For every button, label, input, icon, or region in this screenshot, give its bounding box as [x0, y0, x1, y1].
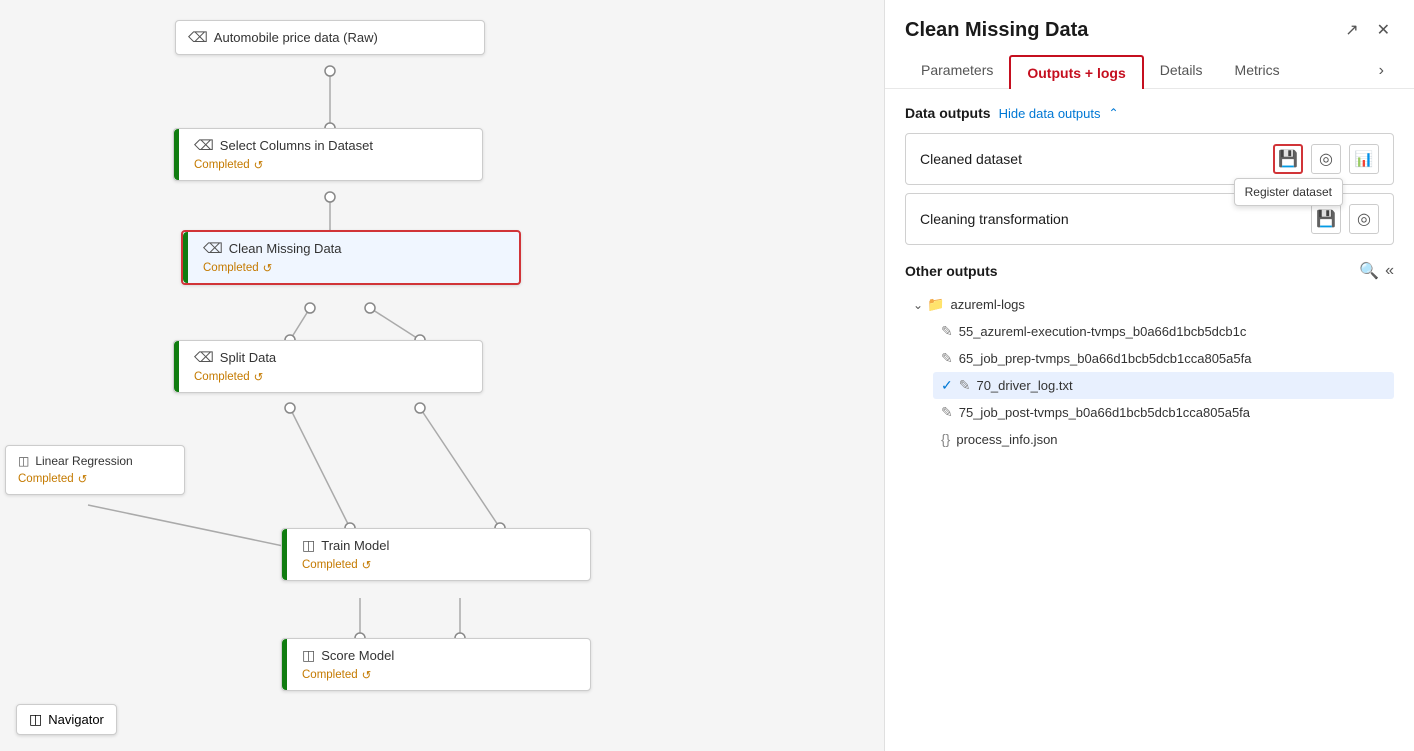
tabs-arrow[interactable]: › — [1369, 54, 1394, 88]
node-status-score: Completed ↺ — [302, 668, 578, 682]
cleaned-dataset-label: Cleaned dataset — [920, 151, 1022, 167]
tab-parameters[interactable]: Parameters — [905, 54, 1009, 88]
folder-chevron-down: ⌄ — [913, 298, 923, 312]
chart-icon: 📊 — [1355, 150, 1374, 168]
other-outputs-label: Other outputs — [905, 263, 998, 279]
data-outputs-section-header: Data outputs Hide data outputs ⌃ — [905, 105, 1394, 121]
panel-header: Clean Missing Data ↗ ✕ Parameters Output… — [885, 0, 1414, 89]
register-dataset-tooltip: Register dataset — [1234, 178, 1343, 206]
file-item-3[interactable]: ✓ ✎ 70_driver_log.txt — [933, 372, 1394, 399]
register-transformation-button[interactable]: 💾 — [1311, 204, 1341, 234]
file-item-5[interactable]: {} process_info.json — [933, 426, 1394, 452]
node-automobile[interactable]: ⌫ Automobile price data (Raw) — [175, 20, 485, 55]
node-linear-regression[interactable]: ◫ Linear Regression Completed ↺ — [5, 445, 185, 495]
panel-title-actions: ↗ ✕ — [1341, 18, 1394, 42]
other-outputs-header: Other outputs 🔍 « — [905, 261, 1394, 281]
chart-dataset-button[interactable]: 📊 — [1349, 144, 1379, 174]
node-title-automobile: Automobile price data (Raw) — [214, 30, 378, 45]
node-icon-score: ◫ — [302, 647, 315, 664]
folder-label: azureml-logs — [951, 297, 1025, 312]
view-transformation-button[interactable]: ◎ — [1349, 204, 1379, 234]
node-status-lr: Completed ↺ — [18, 472, 172, 486]
node-icon-lr: ◫ — [18, 454, 29, 468]
hide-data-outputs-chevron: ⌃ — [1108, 106, 1118, 120]
navigator-label: Navigator — [48, 712, 104, 727]
node-icon-train: ◫ — [302, 537, 315, 554]
node-status-select: Completed ↺ — [194, 158, 470, 172]
file-icon-1: ✎ — [941, 323, 953, 340]
file-label-4: 75_job_post-tvmps_b0a66d1bcb5dcb1cca805a… — [959, 405, 1250, 420]
file-icon-2: ✎ — [941, 350, 953, 367]
file-icon-5: {} — [941, 431, 950, 447]
tab-details[interactable]: Details — [1144, 54, 1219, 88]
file-icon-4: ✎ — [941, 404, 953, 421]
node-clean-missing[interactable]: ⌫ Clean Missing Data Completed ↺ — [181, 230, 521, 285]
expand-button[interactable]: ↗ — [1341, 18, 1362, 42]
search-icon[interactable]: 🔍 — [1359, 261, 1379, 281]
panel-tabs: Parameters Outputs + logs Details Metric… — [905, 54, 1394, 88]
navigator-button[interactable]: ◫ Navigator — [16, 704, 117, 735]
register-dataset-button[interactable]: 💾 — [1273, 144, 1303, 174]
node-status-split: Completed ↺ — [194, 370, 470, 384]
node-title-split: Split Data — [220, 350, 276, 365]
other-outputs-search-row: 🔍 « — [1359, 261, 1394, 281]
node-icon-split: ⌫ — [194, 349, 214, 366]
view-dataset-button[interactable]: ◎ — [1311, 144, 1341, 174]
node-select-columns[interactable]: ⌫ Select Columns in Dataset Completed ↺ — [173, 128, 483, 181]
close-button[interactable]: ✕ — [1373, 18, 1394, 42]
file-tree: ⌄ 📁 azureml-logs ✎ 55_azureml-execution-… — [905, 291, 1394, 452]
output-row-cleaned-dataset: Cleaned dataset 💾 ◎ 📊 Register dataset — [905, 133, 1394, 185]
node-title-lr: Linear Regression — [35, 454, 132, 468]
cleaning-transformation-label: Cleaning transformation — [920, 211, 1069, 227]
file-item-1[interactable]: ✎ 55_azureml-execution-tvmps_b0a66d1bcb5… — [933, 318, 1394, 345]
file-label-2: 65_job_prep-tvmps_b0a66d1bcb5dcb1cca805a… — [959, 351, 1252, 366]
file-icon-3: ✎ — [959, 377, 971, 394]
folder-icon: 📁 — [927, 296, 944, 313]
pipeline-canvas: ⌫ Automobile price data (Raw) ⌫ Select C… — [0, 0, 884, 751]
save-icon: 💾 — [1278, 149, 1298, 169]
node-title-score: Score Model — [321, 648, 394, 663]
node-title-select: Select Columns in Dataset — [220, 138, 373, 153]
node-status-train: Completed ↺ — [302, 558, 578, 572]
file-label-3: 70_driver_log.txt — [976, 378, 1072, 393]
data-outputs-label: Data outputs — [905, 105, 991, 121]
node-status-clean: Completed ↺ — [203, 261, 507, 275]
node-bar-train — [282, 529, 287, 580]
panel-body: Data outputs Hide data outputs ⌃ Cleaned… — [885, 89, 1414, 751]
panel-title: Clean Missing Data — [905, 19, 1088, 42]
checkmark-icon: ✓ — [941, 377, 953, 394]
view-icon: ◎ — [1319, 149, 1333, 169]
node-bar-select — [174, 129, 179, 180]
node-title-clean: Clean Missing Data — [229, 241, 342, 256]
cleaned-dataset-actions: 💾 ◎ 📊 — [1273, 144, 1379, 174]
navigator-icon: ◫ — [29, 711, 42, 728]
node-icon-clean: ⌫ — [203, 240, 223, 257]
save-icon2: 💾 — [1316, 209, 1336, 229]
file-item-4[interactable]: ✎ 75_job_post-tvmps_b0a66d1bcb5dcb1cca80… — [933, 399, 1394, 426]
cleaning-transformation-actions: 💾 ◎ — [1311, 204, 1379, 234]
other-outputs-section: Other outputs 🔍 « ⌄ 📁 azureml-logs ✎ 55_… — [905, 261, 1394, 452]
right-panel: Clean Missing Data ↗ ✕ Parameters Output… — [884, 0, 1414, 751]
panel-title-row: Clean Missing Data ↗ ✕ — [905, 18, 1394, 42]
node-score-model[interactable]: ◫ Score Model Completed ↺ — [281, 638, 591, 691]
file-label-5: process_info.json — [956, 432, 1057, 447]
collapse-icon[interactable]: « — [1385, 262, 1394, 280]
node-bar-split — [174, 341, 179, 392]
folder-azureml-logs[interactable]: ⌄ 📁 azureml-logs — [905, 291, 1394, 318]
file-label-1: 55_azureml-execution-tvmps_b0a66d1bcb5dc… — [959, 324, 1247, 339]
node-bar-clean — [183, 232, 188, 283]
node-icon-automobile: ⌫ — [188, 29, 208, 46]
node-train-model[interactable]: ◫ Train Model Completed ↺ — [281, 528, 591, 581]
hide-data-outputs-link[interactable]: Hide data outputs — [999, 106, 1101, 121]
node-icon-select: ⌫ — [194, 137, 214, 154]
node-title-train: Train Model — [321, 538, 389, 553]
node-split-data[interactable]: ⌫ Split Data Completed ↺ — [173, 340, 483, 393]
file-item-2[interactable]: ✎ 65_job_prep-tvmps_b0a66d1bcb5dcb1cca80… — [933, 345, 1394, 372]
view-icon2: ◎ — [1357, 209, 1371, 229]
tab-outputs-logs[interactable]: Outputs + logs — [1009, 55, 1143, 89]
node-bar-score — [282, 639, 287, 690]
tab-metrics[interactable]: Metrics — [1219, 54, 1296, 88]
